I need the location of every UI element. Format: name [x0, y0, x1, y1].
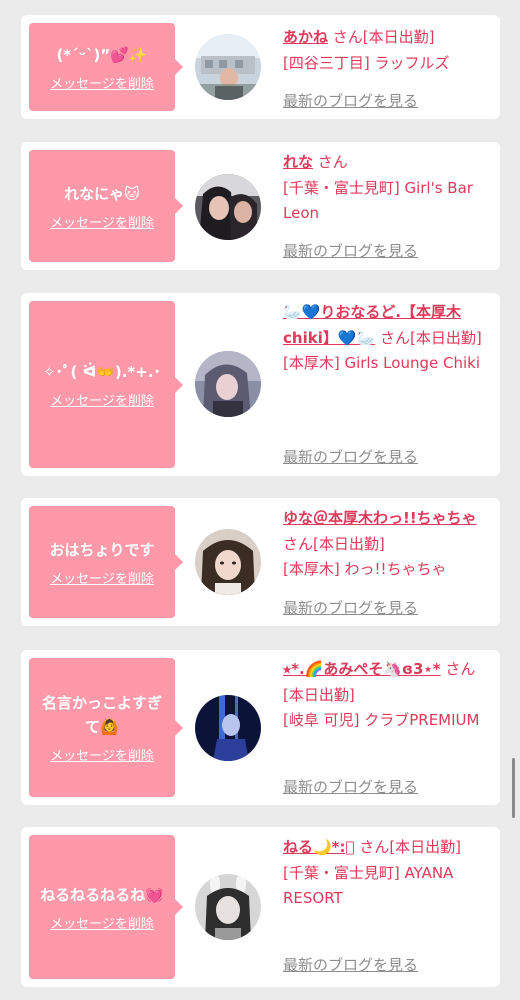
shop-text: [本厚木] わっ!!ちゃちゃ	[283, 560, 447, 578]
message-bubble: ✧･ﾟ( ᐛ👐).*+.･ メッセージを削除	[29, 301, 183, 468]
user-info: ゆな＠本厚木わっ!!ちゃちゃ さん[本日出勤] [本厚木] わっ!!ちゃちゃ	[283, 506, 495, 583]
message-text: (*ˊᵕˋ)”💕✨	[56, 45, 148, 64]
avatar[interactable]	[195, 695, 261, 761]
message-card: 名言かっこよすぎて🙆 メッセージを削除 ⭑*.🌈あみぺそ🦄ɞ3⋆* さん[本日出…	[21, 650, 500, 805]
message-text: 名言かっこよすぎて🙆	[41, 694, 162, 736]
latest-blog-link[interactable]: 最新のブログを見る	[283, 240, 418, 261]
latest-blog-link[interactable]: 最新のブログを見る	[283, 446, 418, 467]
avatar[interactable]	[195, 34, 261, 100]
status-text: さん	[317, 153, 348, 171]
shop-text: [千葉・富士見町] AYANA RESORT	[283, 863, 454, 908]
message-text: れなにゃ🐱	[64, 184, 140, 203]
scrollbar[interactable]	[512, 758, 515, 818]
user-info: あかね さん[本日出勤] [四谷三丁目] ラッフルズ	[283, 25, 495, 76]
message-card: おはちょりです メッセージを削除 ゆな＠本厚木わっ!!ちゃちゃ さん[本日出勤]…	[21, 498, 500, 626]
latest-blog-link[interactable]: 最新のブログを見る	[283, 776, 418, 797]
message-bubble: おはちょりです メッセージを削除	[29, 506, 183, 618]
delete-message-link[interactable]: メッセージを削除	[50, 913, 154, 932]
shop-text: [岐阜 可児] クラブPREMIUM	[283, 711, 480, 729]
status-text: さん[本日出勤]	[359, 838, 462, 856]
message-bubble: 名言かっこよすぎて🙆 メッセージを削除	[29, 658, 183, 797]
message-card: ねるねるねるね💓 メッセージを削除 ねる🌙*:ﾟ さん[本日出勤] [千葉・富士…	[21, 827, 500, 987]
delete-message-link[interactable]: メッセージを削除	[50, 745, 154, 764]
message-text: ねるねるねるね💓	[40, 885, 164, 904]
user-name-link[interactable]: あかね	[283, 28, 328, 46]
user-name-link[interactable]: れな	[283, 153, 313, 171]
delete-message-link[interactable]: メッセージを削除	[50, 73, 154, 92]
message-text: おはちょりです	[49, 540, 155, 559]
latest-blog-link[interactable]: 最新のブログを見る	[283, 954, 418, 975]
shop-text: [四谷三丁目] ラッフルズ	[283, 53, 450, 72]
avatar[interactable]	[195, 529, 261, 595]
user-name-link[interactable]: ねる🌙*:ﾟ	[283, 838, 355, 856]
message-text: ✧･ﾟ( ᐛ👐).*+.･	[42, 363, 162, 381]
message-bubble: ねるねるねるね💓 メッセージを削除	[29, 835, 183, 979]
message-card: れなにゃ🐱 メッセージを削除 れな さん [千葉・富士見町] Girl's Ba…	[21, 142, 500, 270]
message-card: (*ˊᵕˋ)”💕✨ メッセージを削除 あかね さん[本日出勤] [四谷三丁目] …	[21, 15, 500, 119]
latest-blog-link[interactable]: 最新のブログを見る	[283, 597, 418, 618]
delete-message-link[interactable]: メッセージを削除	[50, 390, 154, 409]
status-text: さん[本日出勤]	[332, 28, 435, 46]
shop-text: [千葉・富士見町] Girl's Bar Leon	[283, 178, 473, 223]
shop-text: [本厚木] Girls Lounge Chiki	[283, 354, 480, 372]
status-text: さん[本日出勤]	[379, 328, 482, 347]
user-info: 🦢💙りおなるど.【本厚木chiki】💙🦢 さん[本日出勤] [本厚木] Girl…	[283, 300, 495, 377]
user-name-link[interactable]: ⭑*.🌈あみぺそ🦄ɞ3⋆*	[283, 660, 441, 678]
avatar[interactable]	[195, 174, 261, 240]
user-info: ⭑*.🌈あみぺそ🦄ɞ3⋆* さん[本日出勤] [岐阜 可児] クラブPREMIU…	[283, 657, 495, 734]
message-bubble: れなにゃ🐱 メッセージを削除	[29, 150, 183, 262]
status-text: さん[本日出勤]	[283, 534, 385, 553]
delete-message-link[interactable]: メッセージを削除	[50, 212, 154, 231]
avatar[interactable]	[195, 874, 261, 940]
user-info: ねる🌙*:ﾟ さん[本日出勤] [千葉・富士見町] AYANA RESORT	[283, 835, 495, 912]
user-info: れな さん [千葉・富士見町] Girl's Bar Leon	[283, 150, 495, 227]
user-name-link[interactable]: ゆな＠本厚木わっ!!ちゃちゃ	[283, 509, 477, 527]
message-bubble: (*ˊᵕˋ)”💕✨ メッセージを削除	[29, 23, 183, 111]
message-card: ✧･ﾟ( ᐛ👐).*+.･ メッセージを削除 🦢💙りおなるど.【本厚木chiki…	[21, 293, 500, 476]
avatar[interactable]	[195, 351, 261, 417]
latest-blog-link[interactable]: 最新のブログを見る	[283, 90, 418, 111]
delete-message-link[interactable]: メッセージを削除	[50, 568, 154, 587]
